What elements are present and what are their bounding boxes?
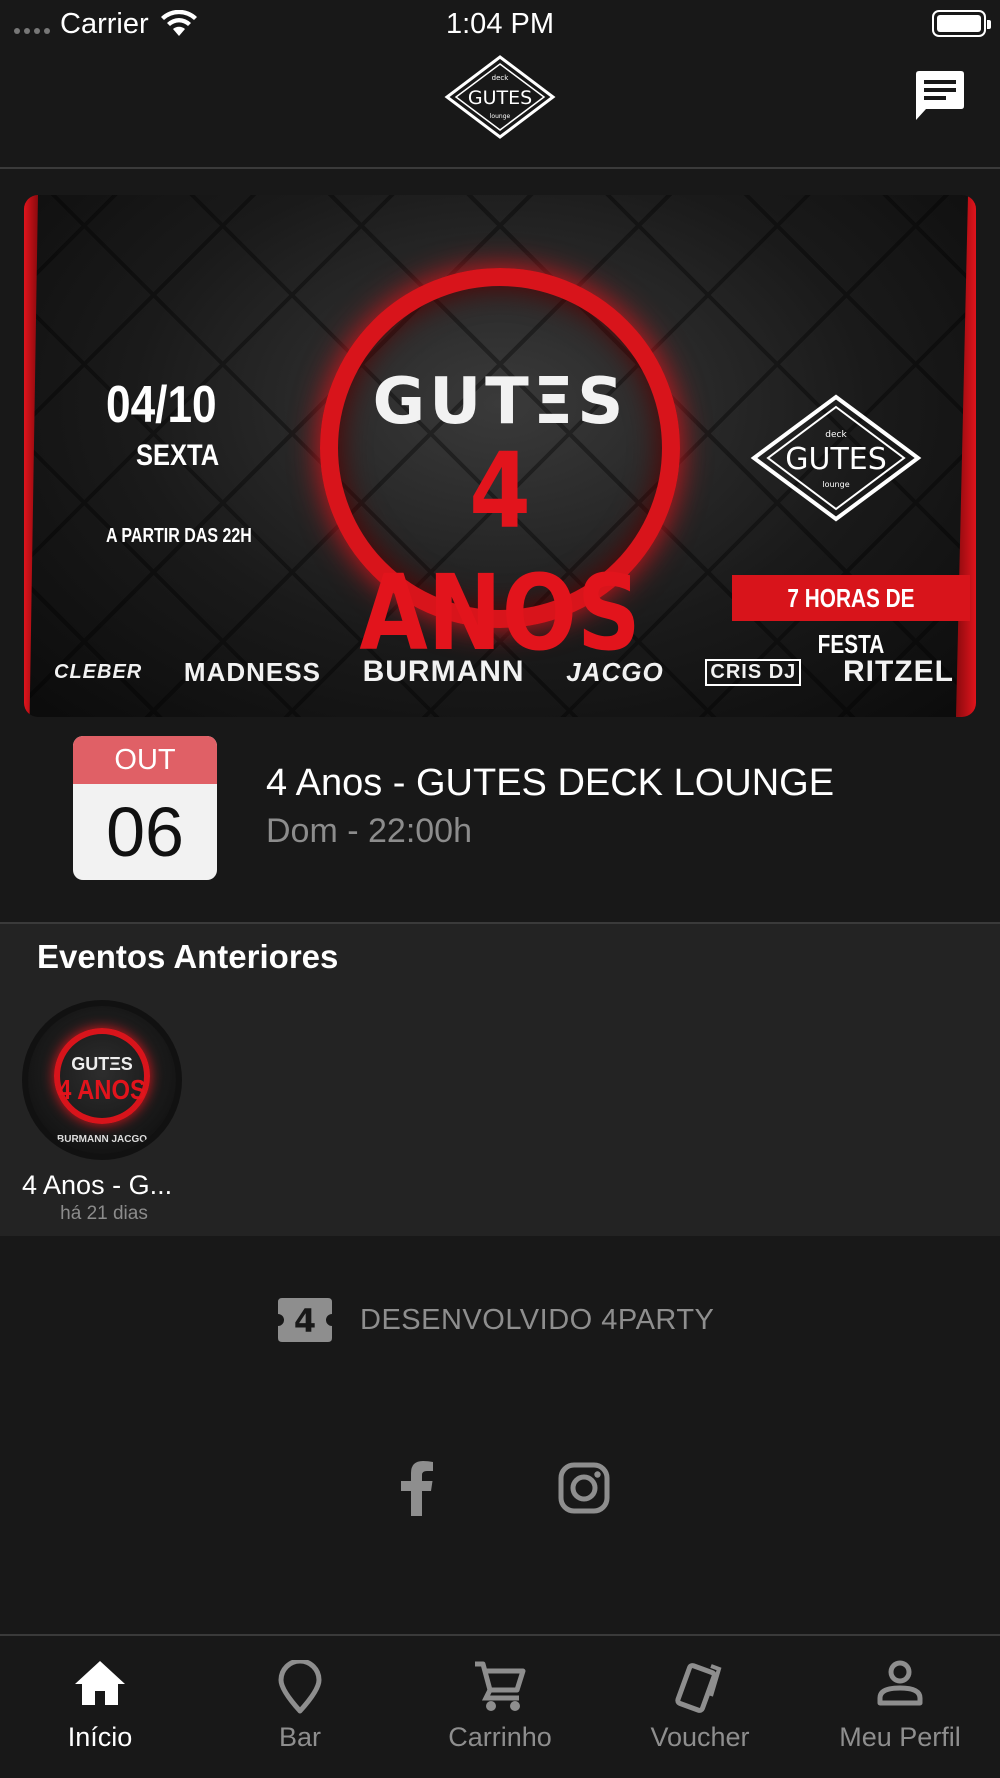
banner-tag: 7 HORAS DE FESTA bbox=[732, 575, 970, 659]
banner-start-time: A PARTIR DAS 22H bbox=[106, 525, 252, 547]
gutes-logo: deck GUTES lounge bbox=[444, 55, 556, 139]
event-subtitle: Dom - 22:00h bbox=[266, 812, 472, 850]
tab-bar[interactable]: Bar bbox=[200, 1636, 400, 1778]
event-day: 06 bbox=[106, 793, 184, 871]
banner-artists: CLEBER MADNESS BURMANN JACGO CRIS DJ RIT… bbox=[54, 655, 954, 689]
thumb-subtitle: 4 ANOS bbox=[58, 1074, 146, 1105]
event-title[interactable]: 4 Anos - GUTES DECK LOUNGE bbox=[266, 762, 834, 805]
tab-meu-perfil[interactable]: Meu Perfil bbox=[800, 1636, 1000, 1778]
person-icon bbox=[877, 1660, 923, 1706]
event-date-badge[interactable]: OUT 06 bbox=[73, 736, 217, 880]
svg-text:lounge: lounge bbox=[822, 480, 849, 489]
past-event-time: há 21 dias bbox=[60, 1203, 148, 1224]
svg-text:4: 4 bbox=[294, 1302, 316, 1340]
voucher-icon bbox=[675, 1663, 722, 1713]
past-event-item[interactable]: GUTΞS 4 ANOS BURMANN JACGO 4 Anos - G...… bbox=[22, 1000, 186, 1225]
artist-logo: MADNESS bbox=[183, 656, 321, 687]
tab-label: Início bbox=[67, 1722, 133, 1752]
home-icon bbox=[75, 1661, 125, 1705]
tab-label: Bar bbox=[278, 1722, 322, 1752]
artist-logo: BURMANN bbox=[362, 655, 525, 688]
thumb-title: GUTΞS bbox=[71, 1054, 133, 1074]
svg-text:GUTES: GUTES bbox=[785, 442, 887, 477]
tab-label: Meu Perfil bbox=[839, 1722, 961, 1752]
past-events-section: Eventos Anteriores GUTΞS 4 ANOS BURMANN … bbox=[0, 922, 1000, 1236]
past-events-heading: Eventos Anteriores bbox=[37, 938, 339, 975]
tab-carrinho[interactable]: Carrinho bbox=[400, 1636, 600, 1778]
banner-date: 04/10 bbox=[106, 376, 217, 434]
banner-tag-text: 7 HORAS DE FESTA bbox=[787, 583, 915, 659]
banner-ring-subtitle: 4 ANOS bbox=[359, 430, 641, 674]
svg-text:deck: deck bbox=[825, 430, 847, 440]
developer-credit[interactable]: 4 DESENVOLVIDO 4PARTY bbox=[276, 1296, 714, 1344]
developer-text: DESENVOLVIDO 4PARTY bbox=[360, 1303, 715, 1336]
tab-label: Voucher bbox=[650, 1722, 750, 1752]
instagram-icon[interactable] bbox=[558, 1462, 610, 1514]
status-bar: Carrier 1:04 PM bbox=[0, 0, 1000, 48]
bottom-tab-bar: Início Bar Carrinho Voucher Meu Perfil bbox=[0, 1634, 1000, 1778]
banner-weekday: SEXTA bbox=[136, 439, 220, 472]
status-time: 1:04 PM bbox=[446, 8, 554, 40]
past-event-thumbnail[interactable]: GUTΞS 4 ANOS BURMANN JACGO bbox=[22, 1000, 182, 1160]
pin-icon bbox=[278, 1660, 322, 1714]
past-event-name: 4 Anos - G... bbox=[22, 1170, 173, 1200]
tab-inicio[interactable]: Início bbox=[0, 1636, 200, 1778]
artist-logo: CRIS DJ bbox=[705, 658, 802, 686]
app-header: deck GUTES lounge bbox=[0, 48, 1000, 169]
chat-icon[interactable] bbox=[914, 70, 966, 122]
artist-logo: CLEBER bbox=[54, 660, 143, 683]
banner-gutes-logo: deck GUTES lounge bbox=[750, 394, 922, 522]
thumb-artists: BURMANN JACGO bbox=[57, 1134, 147, 1145]
artist-logo: JACGO bbox=[566, 656, 664, 687]
svg-text:lounge: lounge bbox=[490, 113, 511, 120]
svg-text:deck: deck bbox=[492, 74, 510, 82]
battery-icon bbox=[932, 10, 991, 37]
tab-voucher[interactable]: Voucher bbox=[600, 1636, 800, 1778]
banner-ring-title: GUTΞS bbox=[372, 365, 628, 439]
artist-logo: RITZEL bbox=[842, 655, 954, 688]
facebook-icon[interactable] bbox=[396, 1460, 436, 1516]
tab-label: Carrinho bbox=[448, 1722, 552, 1752]
event-month: OUT bbox=[73, 736, 217, 784]
ticket-4-icon: 4 bbox=[278, 1298, 332, 1342]
cart-icon bbox=[475, 1661, 526, 1711]
event-banner[interactable]: 04/10 SEXTA A PARTIR DAS 22H GUTΞS 4 ANO… bbox=[24, 195, 976, 717]
svg-text:GUTES: GUTES bbox=[468, 87, 532, 109]
